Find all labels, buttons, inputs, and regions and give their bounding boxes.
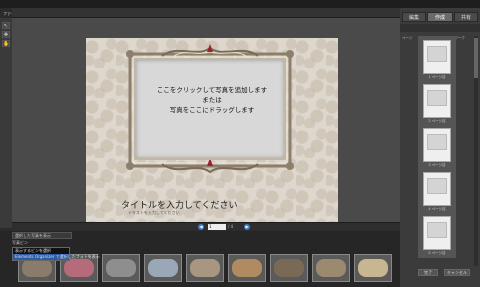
bin-thumbnail[interactable] xyxy=(228,254,266,282)
bin-thumbnail-photo xyxy=(232,259,262,277)
page-label: 5 ページ目 xyxy=(428,251,446,255)
menu-bar: ファイル(F) 編集(E) イメージ(I) 画質調整(N) レイヤー(L) 選択… xyxy=(0,0,480,18)
placeholder-line-3: 写真をここにドラッグします xyxy=(169,106,255,114)
bin-thumbnail-photo xyxy=(316,259,346,277)
sub-tabs: ページ レイアウト アートワーク xyxy=(400,24,480,40)
bin-thumbnail-photo xyxy=(22,259,52,277)
page-thumbnail[interactable] xyxy=(423,84,451,118)
page-label: 1 ページ目 xyxy=(428,75,446,79)
subtitle-text-field[interactable]: テキストを入力してください xyxy=(128,210,180,216)
page-thumbnail-photo xyxy=(427,46,447,62)
pages-scrollbar[interactable] xyxy=(474,36,478,266)
subtab-pages[interactable]: ページ xyxy=(402,34,412,42)
page-thumbnail[interactable] xyxy=(423,128,451,162)
toolbox: ↖ ✥ ✋ xyxy=(0,18,12,228)
page-count-label: / 4 xyxy=(228,224,234,229)
placeholder-line-1: ここをクリックして写真を追加します xyxy=(156,86,268,94)
placeholder-line-2: または xyxy=(202,96,222,104)
photo-placeholder[interactable]: ここをクリックして写真を追加します または 写真をここにドラッグします xyxy=(134,58,286,160)
page-thumbnail-photo xyxy=(427,178,447,194)
page-thumbnail-photo xyxy=(427,222,447,238)
tab-edit[interactable]: 編集 xyxy=(402,12,426,22)
page-number-input[interactable]: 1 xyxy=(208,224,226,230)
bin-dropdown-menu: 表示するビンを選択 Elements Organizer で選択したフォトを表示 xyxy=(12,247,100,261)
page-thumbnail-photo xyxy=(427,134,447,150)
bin-menu-item-selected[interactable]: Elements Organizer で選択したフォトを表示 xyxy=(13,254,100,260)
page-thumbnail[interactable] xyxy=(423,40,451,74)
bin-thumbnail-photo xyxy=(106,259,136,277)
bin-thumbnail-photo xyxy=(274,259,304,277)
bin-view-dropdown[interactable]: 選択した写真を表示 xyxy=(12,232,72,239)
page-label: 2 ページ目 xyxy=(428,119,446,123)
panel-tabs: 編集 作成 共有 xyxy=(400,12,480,22)
position-tool-icon[interactable]: ✥ xyxy=(2,31,10,38)
prev-page-button[interactable]: ◀ xyxy=(198,224,204,230)
bin-thumbnail-photo xyxy=(190,259,220,277)
scrollbar-thumb[interactable] xyxy=(474,38,478,78)
bin-thumbnail-photo xyxy=(358,259,388,277)
workspace-switcher: フォトを共有 作成 編集 xyxy=(356,0,442,16)
bin-thumbnail[interactable] xyxy=(270,254,308,282)
done-button[interactable]: 完了 xyxy=(418,269,438,276)
hand-tool-icon[interactable]: ✋ xyxy=(2,40,10,47)
bin-thumbnail-photo xyxy=(148,259,178,277)
page-navigator: ◀ 1 / 4 ▶ xyxy=(12,222,400,230)
panel-buttons: 完了 キャンセル xyxy=(416,269,476,277)
bin-thumbnail-photo xyxy=(64,259,94,277)
project-bin: 選択した写真を表示 写真ビン 表示するビンを選択 Elements Organi… xyxy=(0,231,400,287)
page-thumbnail-photo xyxy=(427,90,447,106)
move-tool-icon[interactable]: ↖ xyxy=(2,22,10,29)
photo-book-page[interactable]: ここをクリックして写真を追加します または 写真をここにドラッグします タイトル… xyxy=(86,38,338,226)
bin-thumbnail[interactable] xyxy=(186,254,224,282)
options-bar: ページを自動生成 フォトを埋め込む フレームに合わせる 回転 サイズ xyxy=(12,8,400,24)
bin-thumbnail[interactable] xyxy=(312,254,350,282)
bin-label: 写真ビン xyxy=(12,240,28,245)
page-label: 4 ページ目 xyxy=(428,207,446,211)
tab-share[interactable]: 共有 xyxy=(454,12,478,22)
tab-create[interactable]: 作成 xyxy=(427,12,453,22)
page-label: 3 ページ目 xyxy=(428,163,446,167)
canvas-area: ここをクリックして写真を追加します または 写真をここにドラッグします タイトル… xyxy=(12,18,400,226)
bin-thumbnail[interactable] xyxy=(102,254,140,282)
page-thumbnail[interactable] xyxy=(423,216,451,250)
page-thumbnail[interactable] xyxy=(423,172,451,206)
right-panel: 編集 作成 共有 ページ レイアウト アートワーク 1 ページ目 2 ページ目 … xyxy=(400,8,480,287)
pages-list: 1 ページ目 2 ページ目 3 ページ目 4 ページ目 5 ページ目 xyxy=(418,36,456,258)
cancel-button[interactable]: キャンセル xyxy=(444,269,470,276)
bin-thumbnail[interactable] xyxy=(144,254,182,282)
next-page-button[interactable]: ▶ xyxy=(244,224,250,230)
bin-thumbnail[interactable] xyxy=(354,254,392,282)
